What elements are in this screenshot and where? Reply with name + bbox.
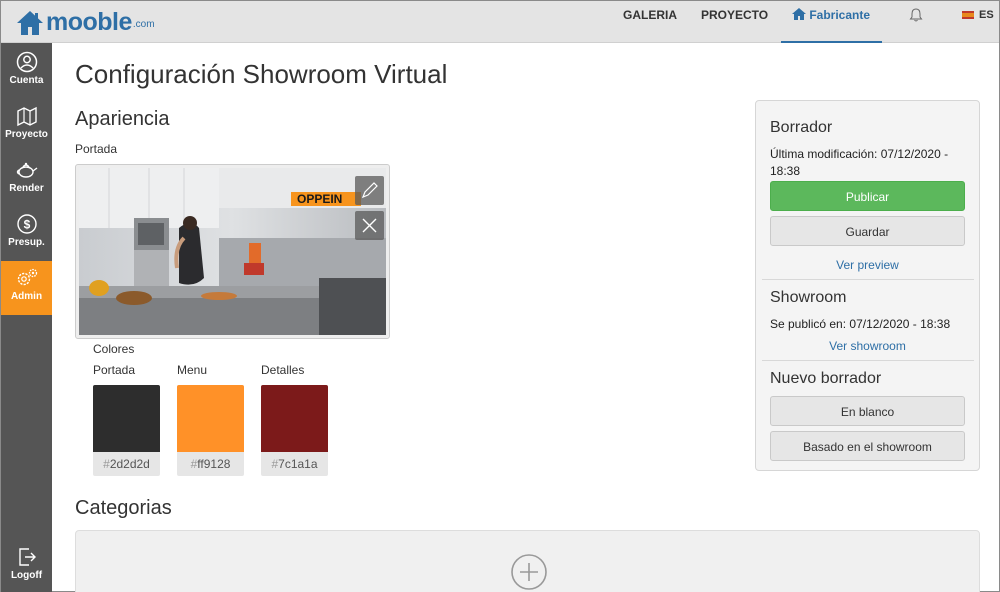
- sidebar-item-label: Presup.: [8, 237, 45, 248]
- swatch-hex: #2d2d2d: [103, 457, 150, 471]
- publish-button[interactable]: Publicar: [770, 181, 965, 211]
- top-bar: mooble .com GALERIA PROYECTO Fabricante …: [1, 1, 999, 43]
- blank-draft-button[interactable]: En blanco: [770, 396, 965, 426]
- color-label-detalles: Detalles: [261, 363, 305, 377]
- published-value: 07/12/2020 - 18:38: [849, 317, 951, 331]
- user-icon: [16, 51, 37, 73]
- publish-panel: Borrador Última modificación: 07/12/2020…: [755, 100, 980, 471]
- page-title: Configuración Showroom Virtual: [75, 59, 448, 89]
- floorplan-icon: [16, 106, 37, 127]
- new-draft-title: Nuevo borrador: [770, 370, 882, 387]
- nav-proyecto[interactable]: PROYECTO: [701, 1, 768, 43]
- showroom-published: Se publicó en: 07/12/2020 - 18:38: [770, 316, 970, 333]
- nav-fabricante[interactable]: Fabricante: [781, 1, 882, 43]
- pencil-icon: [361, 182, 378, 199]
- svg-text:$: $: [23, 218, 30, 232]
- logo-text: mooble: [46, 8, 132, 36]
- color-label-portada: Portada: [93, 363, 136, 377]
- color-swatch-detalles[interactable]: #7c1a1a: [261, 385, 328, 476]
- language-selector[interactable]: ES: [962, 9, 994, 21]
- cover-image-box: OPPEIN: [75, 164, 390, 339]
- logo-suffix: .com: [132, 19, 155, 30]
- mooble-logo[interactable]: mooble .com: [15, 3, 155, 37]
- house-logo-icon: [17, 11, 43, 35]
- kitchen-photo: OPPEIN: [79, 168, 386, 335]
- swatch-fill: [177, 385, 244, 452]
- cover-brand-text: OPPEIN: [297, 192, 342, 206]
- spain-flag-icon: [962, 11, 974, 19]
- categories-title: Categorias: [75, 497, 172, 519]
- save-button[interactable]: Guardar: [770, 216, 965, 246]
- swatch-fill: [93, 385, 160, 452]
- plus-circle-icon[interactable]: [510, 553, 548, 591]
- panel-divider: [762, 279, 974, 280]
- language-label: ES: [979, 9, 994, 21]
- draft-title: Borrador: [770, 119, 833, 136]
- sidebar-item-proyecto[interactable]: Proyecto: [1, 99, 52, 153]
- sidebar-item-admin[interactable]: Admin: [1, 261, 52, 315]
- sidebar-item-label: Logoff: [10, 570, 43, 581]
- nav-galeria-label: GALERIA: [623, 8, 677, 22]
- based-on-showroom-button[interactable]: Basado en el showroom: [770, 431, 965, 461]
- close-icon: [362, 218, 377, 233]
- sidebar-item-label: Cuenta: [9, 75, 44, 86]
- sidebar-item-label: Render: [9, 183, 44, 194]
- nav-proyecto-label: PROYECTO: [701, 8, 769, 22]
- nav-fabricante-label: Fabricante: [809, 8, 871, 22]
- logout-icon: [18, 548, 36, 566]
- modified-label: Última modificación:: [770, 147, 878, 161]
- sidebar-item-presup[interactable]: $ Presup.: [1, 207, 52, 261]
- swatch-hex: #7c1a1a: [271, 457, 318, 471]
- teapot-icon: [16, 162, 37, 178]
- showroom-title: Showroom: [770, 289, 847, 306]
- sidebar: Cuenta Proyecto Render $ Presup. Admin L…: [1, 43, 52, 592]
- house-icon: [792, 8, 806, 20]
- preview-link[interactable]: Ver preview: [770, 258, 965, 272]
- color-swatch-menu[interactable]: #ff9128: [177, 385, 244, 476]
- draft-modified: Última modificación: 07/12/2020 - 18:38: [770, 146, 970, 180]
- swatch-fill: [261, 385, 328, 452]
- remove-cover-button[interactable]: [355, 211, 384, 240]
- appearance-title: Apariencia: [75, 108, 170, 130]
- color-swatch-portada[interactable]: #2d2d2d: [93, 385, 160, 476]
- sidebar-item-cuenta[interactable]: Cuenta: [1, 45, 52, 99]
- nav-galeria[interactable]: GALERIA: [623, 1, 677, 43]
- edit-cover-button[interactable]: [355, 176, 384, 205]
- sidebar-item-label: Admin: [10, 291, 43, 302]
- cover-label: Portada: [75, 142, 118, 156]
- colors-label: Colores: [93, 342, 135, 356]
- published-label: Se publicó en:: [770, 317, 847, 331]
- color-label-menu: Menu: [177, 363, 208, 377]
- gears-icon: [17, 268, 37, 286]
- categories-box: [75, 530, 980, 592]
- dollar-icon: $: [16, 214, 37, 234]
- swatch-hex: #ff9128: [190, 457, 231, 471]
- sidebar-item-logoff[interactable]: Logoff: [1, 540, 52, 592]
- bell-icon[interactable]: [908, 7, 924, 23]
- view-showroom-link[interactable]: Ver showroom: [770, 339, 965, 353]
- cover-image: OPPEIN: [79, 168, 386, 335]
- sidebar-item-label: Proyecto: [5, 129, 48, 140]
- panel-divider: [762, 360, 974, 361]
- sidebar-item-render[interactable]: Render: [1, 153, 52, 207]
